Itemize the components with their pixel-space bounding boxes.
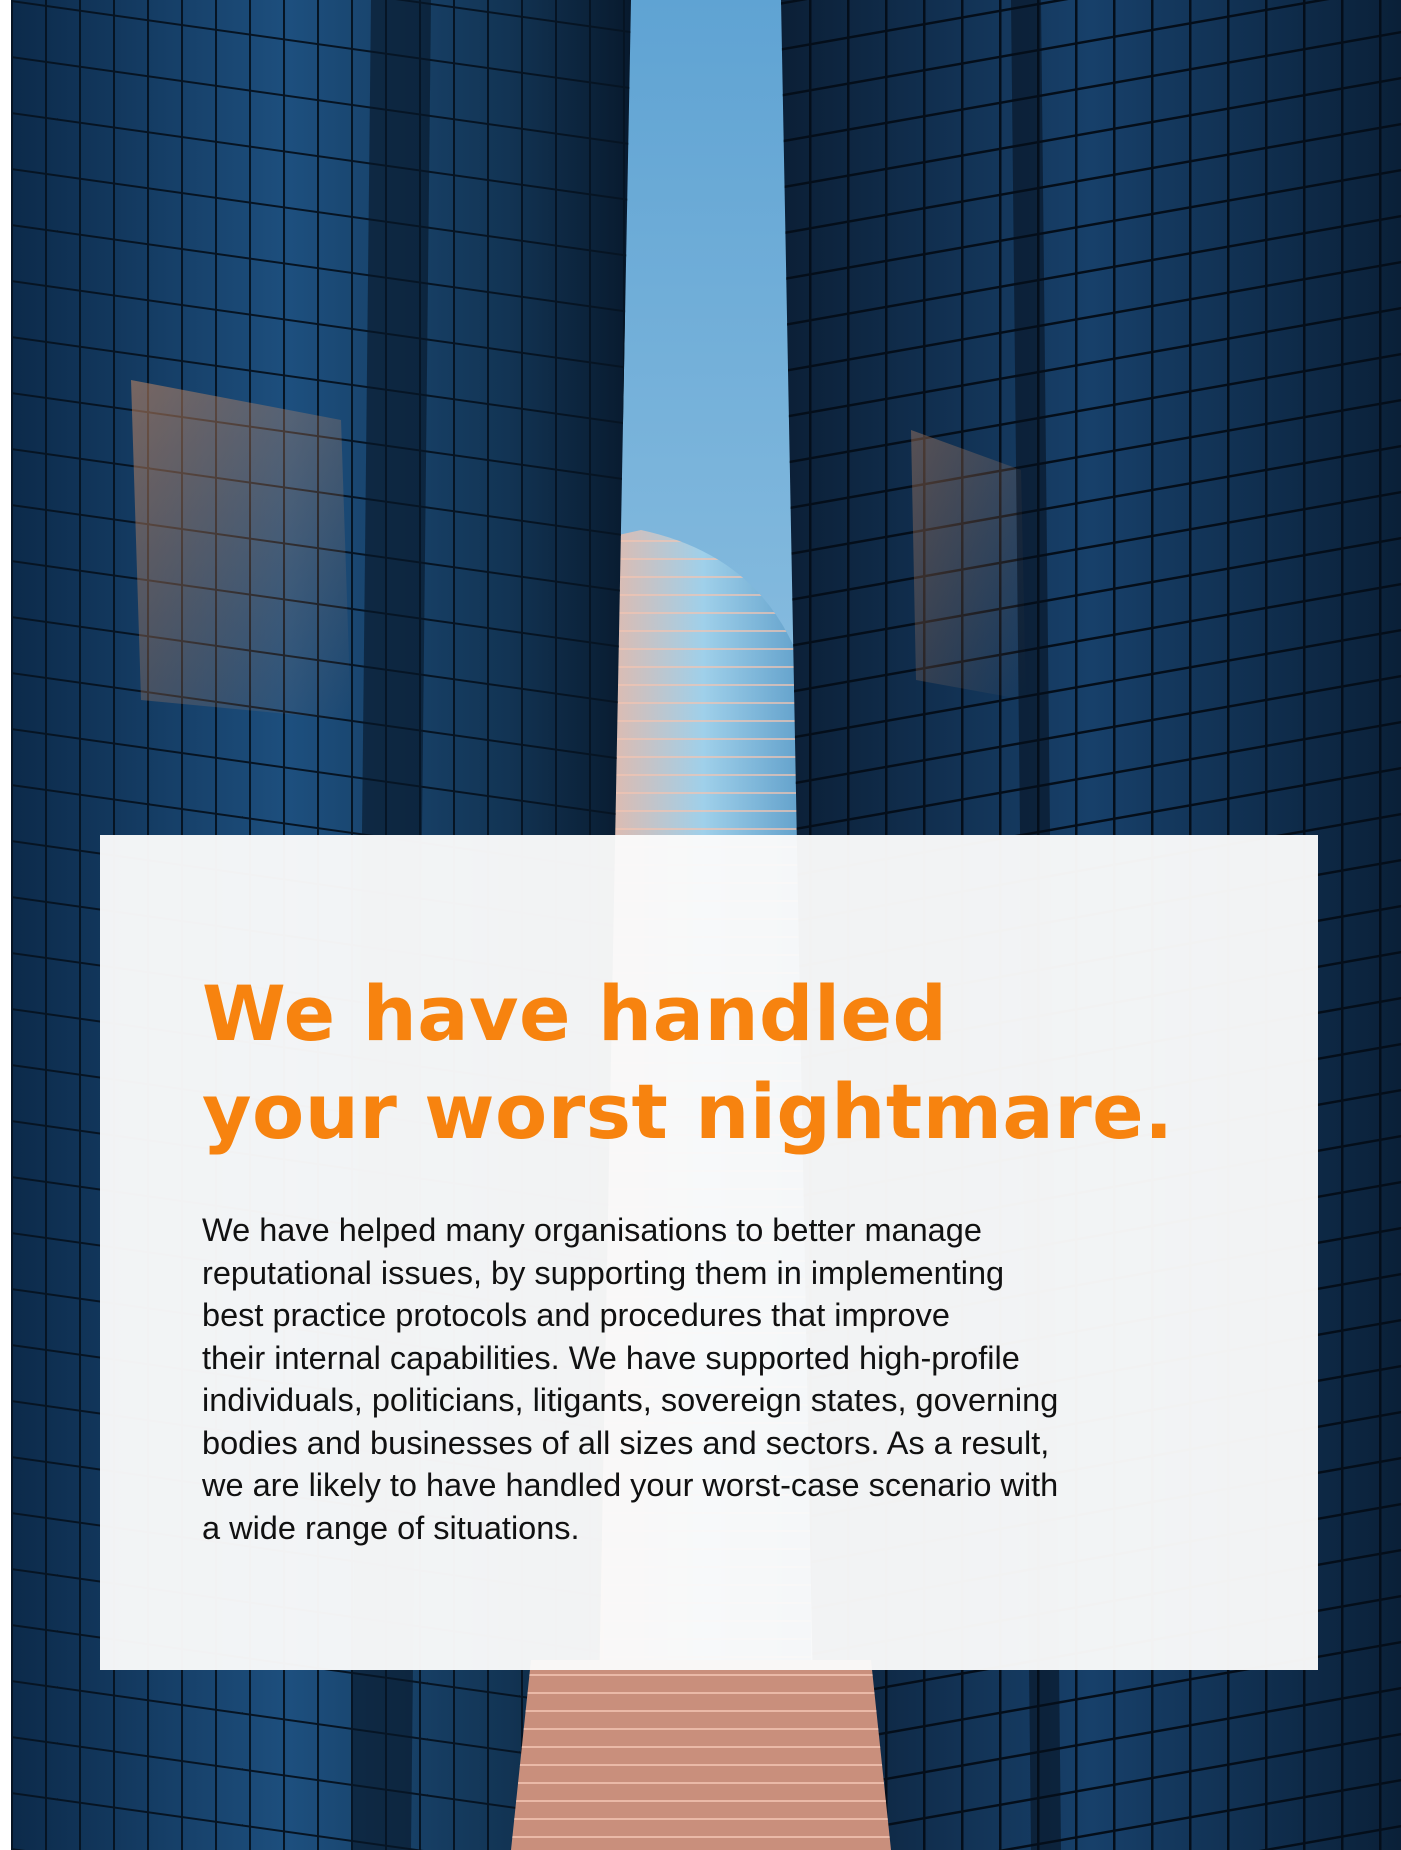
- headline-line-2: your worst nightmare.: [202, 1067, 1174, 1156]
- text-card: We have handled your worst nightmare. We…: [100, 835, 1318, 1670]
- body-line: individuals, politicians, litigants, sov…: [202, 1382, 1059, 1418]
- body-line: best practice protocols and procedures t…: [202, 1297, 950, 1333]
- headline: We have handled your worst nightmare.: [202, 965, 1318, 1161]
- body-line: we are likely to have handled your worst…: [202, 1467, 1059, 1503]
- body-line: reputational issues, by supporting them …: [202, 1254, 1005, 1291]
- body-paragraph: We have helped many organisations to bet…: [202, 1209, 1318, 1549]
- body-line: their internal capabilities. We have sup…: [202, 1339, 1020, 1376]
- headline-line-1: We have handled: [202, 969, 948, 1058]
- body-line: We have helped many organisations to bet…: [202, 1212, 982, 1248]
- body-line: bodies and businesses of all sizes and s…: [202, 1424, 1050, 1461]
- page: We have handled your worst nightmare. We…: [0, 0, 1401, 1850]
- body-line: a wide range of situations.: [202, 1509, 580, 1546]
